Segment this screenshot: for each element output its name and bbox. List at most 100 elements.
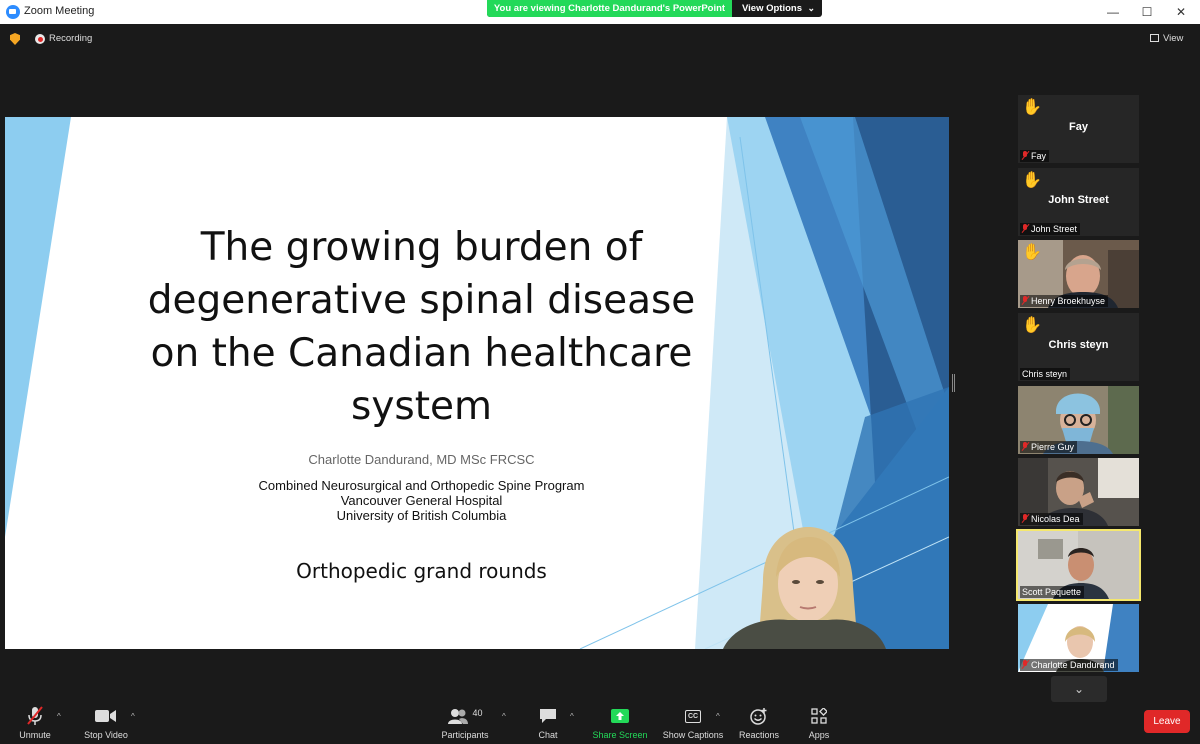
mic-off-icon — [1022, 514, 1028, 523]
mic-off-icon — [1022, 660, 1028, 669]
show-captions-label: Show Captions — [662, 730, 724, 740]
share-banner: You are viewing Charlotte Dandurand's Po… — [487, 0, 822, 17]
participant-label: Nicolas Dea — [1020, 513, 1083, 525]
window-titlebar: Zoom Meeting You are viewing Charlotte D… — [0, 0, 1200, 24]
participant-label-text: Fay — [1031, 151, 1047, 161]
participants-options-caret[interactable]: ^ — [502, 712, 506, 721]
captions-icon: CC — [684, 709, 702, 723]
participants-label: Participants — [441, 730, 489, 740]
hand-raised-icon: ✋ — [1022, 317, 1042, 334]
participant-label: John Street — [1020, 223, 1081, 235]
shared-slide: The growing burden of degenerative spina… — [5, 117, 949, 649]
participant-tile[interactable]: Nicolas Dea — [1018, 458, 1139, 526]
chevron-down-icon: ⌄ — [807, 3, 815, 13]
view-label: View — [1163, 33, 1184, 44]
participant-label: Henry Broekhuyse — [1020, 295, 1109, 307]
slide-title: The growing burden of degenerative spina… — [125, 221, 718, 433]
share-screen-icon — [611, 709, 629, 723]
hand-raised-icon: ✋ — [1022, 244, 1042, 261]
chat-icon — [540, 709, 556, 723]
participant-name: Chris steyn — [1048, 339, 1109, 351]
participant-label-text: Charlotte Dandurand — [1031, 660, 1115, 670]
hand-raised-icon: ✋ — [1022, 99, 1042, 116]
affiliation-line: University of British Columbia — [336, 508, 507, 523]
mic-off-icon — [1022, 151, 1028, 160]
audio-options-caret[interactable]: ^ — [57, 712, 61, 721]
apps-icon — [811, 708, 827, 724]
mic-off-icon — [1022, 224, 1028, 233]
participant-label: Chris steyn — [1020, 368, 1071, 380]
participant-tile[interactable]: ✋ John Street John Street — [1018, 168, 1139, 236]
reactions-button[interactable]: Reactions — [736, 706, 782, 740]
participant-label-text: Chris steyn — [1022, 369, 1068, 379]
recording-icon — [35, 34, 45, 44]
close-button[interactable]: ✕ — [1166, 2, 1196, 22]
participants-button[interactable]: 40 Participants — [440, 706, 490, 740]
view-grid-icon — [1150, 34, 1159, 42]
slide-affiliation: Combined Neurosurgical and Orthopedic Sp… — [125, 478, 718, 523]
slide-title-line: degenerative spinal disease — [147, 278, 696, 323]
chat-options-caret[interactable]: ^ — [570, 712, 574, 721]
leave-button[interactable]: Leave — [1144, 710, 1190, 733]
participant-label-text: John Street — [1031, 224, 1078, 234]
hand-raised-icon: ✋ — [1022, 172, 1042, 189]
apps-label: Apps — [808, 730, 830, 740]
unmute-button[interactable]: Unmute — [14, 706, 56, 740]
participant-name: Fay — [1069, 121, 1088, 133]
slide-title-line: The growing burden of — [200, 225, 643, 270]
participant-tile-active-speaker[interactable]: Scott Paquette — [1016, 529, 1141, 601]
participant-label: Pierre Guy — [1020, 441, 1078, 453]
share-banner-text: You are viewing Charlotte Dandurand's Po… — [487, 0, 732, 17]
participant-label: Fay — [1020, 150, 1050, 162]
participant-tile[interactable]: ✋ Chris steyn Chris steyn — [1018, 313, 1139, 381]
video-options-caret[interactable]: ^ — [131, 712, 135, 721]
chat-label: Chat — [538, 730, 558, 740]
participants-count: 40 — [472, 708, 483, 718]
participant-label-text: Henry Broekhuyse — [1031, 296, 1106, 306]
participant-label-text: Pierre Guy — [1031, 442, 1075, 452]
participant-label-text: Nicolas Dea — [1031, 514, 1080, 524]
participant-tile[interactable]: Charlotte Dandurand — [1018, 604, 1139, 672]
recording-label[interactable]: Recording — [49, 33, 92, 44]
participant-name: John Street — [1048, 194, 1109, 206]
view-options-button[interactable]: View Options ⌄ — [732, 0, 822, 17]
apps-button[interactable]: Apps — [804, 706, 834, 740]
meeting-topbar: Recording View — [0, 24, 1200, 54]
slide-title-line: on the Canadian healthcare — [150, 331, 693, 376]
window-title: Zoom Meeting — [24, 5, 95, 17]
participant-tile[interactable]: ✋ Henry Broekhuyse — [1018, 240, 1139, 308]
participant-tile[interactable]: Pierre Guy — [1018, 386, 1139, 454]
affiliation-line: Combined Neurosurgical and Orthopedic Sp… — [258, 478, 585, 493]
presenter-video-overlay — [723, 527, 886, 649]
stop-video-button[interactable]: Stop Video — [80, 706, 132, 740]
mic-off-icon — [27, 706, 43, 725]
mic-off-icon — [1022, 296, 1028, 305]
zoom-app-icon — [6, 5, 20, 19]
captions-options-caret[interactable]: ^ — [716, 712, 720, 721]
shield-icon[interactable] — [10, 33, 20, 45]
participant-label: Charlotte Dandurand — [1020, 659, 1118, 671]
unmute-label: Unmute — [19, 730, 51, 740]
participants-icon — [448, 709, 469, 724]
view-options-label: View Options — [742, 3, 803, 14]
panel-resize-handle[interactable] — [952, 374, 955, 392]
slide-event: Orthopedic grand rounds — [296, 559, 547, 583]
reactions-icon — [750, 708, 767, 725]
camera-icon — [95, 710, 116, 722]
gallery-scroll-down-button[interactable]: ⌄ — [1051, 676, 1107, 702]
participant-tile[interactable]: ✋ Fay Fay — [1018, 95, 1139, 163]
slide-title-line: system — [351, 384, 492, 429]
maximize-button[interactable]: ☐ — [1132, 2, 1162, 22]
chat-button[interactable]: Chat — [530, 706, 566, 740]
stop-video-label: Stop Video — [84, 730, 128, 740]
participant-label: Scott Paquette — [1020, 586, 1085, 598]
view-button[interactable]: View — [1150, 33, 1183, 44]
affiliation-line: Vancouver General Hospital — [340, 493, 503, 508]
participant-label-text: Scott Paquette — [1022, 587, 1082, 597]
slide-author: Charlotte Dandurand, MD MSc FRCSC — [308, 452, 535, 467]
mic-off-icon — [1022, 442, 1028, 451]
reactions-label: Reactions — [738, 730, 780, 740]
minimize-button[interactable]: — — [1098, 2, 1128, 22]
share-screen-button[interactable]: Share Screen — [590, 706, 650, 740]
share-screen-label: Share Screen — [592, 730, 648, 740]
